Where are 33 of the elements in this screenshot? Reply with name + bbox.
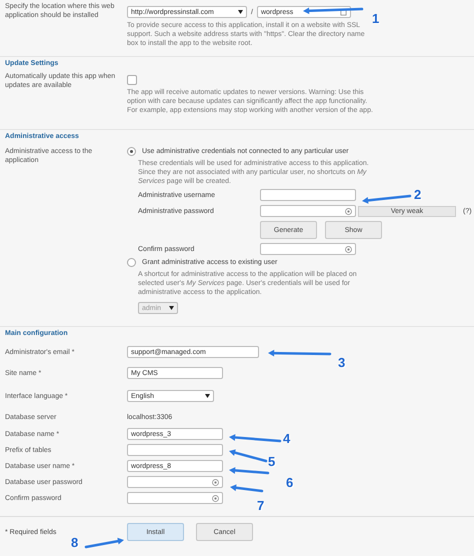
callout-number: 8 xyxy=(71,536,78,549)
caret-icon xyxy=(205,394,210,398)
password-field[interactable] xyxy=(260,205,356,217)
caret-icon xyxy=(169,306,174,310)
username-field[interactable] xyxy=(260,189,356,201)
eye-icon[interactable] xyxy=(345,208,352,214)
callout-arrow xyxy=(268,350,332,356)
callout-number: 2 xyxy=(414,188,422,201)
callout-arrow xyxy=(229,449,268,462)
caret-icon xyxy=(238,10,243,14)
password-field[interactable] xyxy=(127,476,223,488)
field-icon xyxy=(340,8,347,16)
radio-button[interactable] xyxy=(127,258,136,267)
eye-icon[interactable] xyxy=(212,478,219,486)
callout-arrow xyxy=(229,434,282,442)
callout-number: 5 xyxy=(268,455,276,468)
callout-number: 3 xyxy=(338,356,346,369)
callout-number: 7 xyxy=(257,499,264,512)
callout-number: 4 xyxy=(283,432,290,445)
password-field[interactable] xyxy=(260,243,356,255)
callout-arrow xyxy=(229,467,270,474)
eye-icon[interactable] xyxy=(345,246,352,252)
callout-number: 6 xyxy=(286,476,294,489)
checkbox[interactable] xyxy=(127,75,137,85)
callout-arrow xyxy=(362,194,412,204)
password-field[interactable] xyxy=(127,492,223,504)
callout-number: 1 xyxy=(372,12,380,25)
callout-arrow xyxy=(230,484,264,492)
callout-arrow xyxy=(84,538,124,548)
radio-button[interactable] xyxy=(127,147,136,156)
input-field[interactable] xyxy=(127,444,223,456)
eye-icon[interactable] xyxy=(212,494,219,502)
callout-arrow xyxy=(303,7,364,14)
